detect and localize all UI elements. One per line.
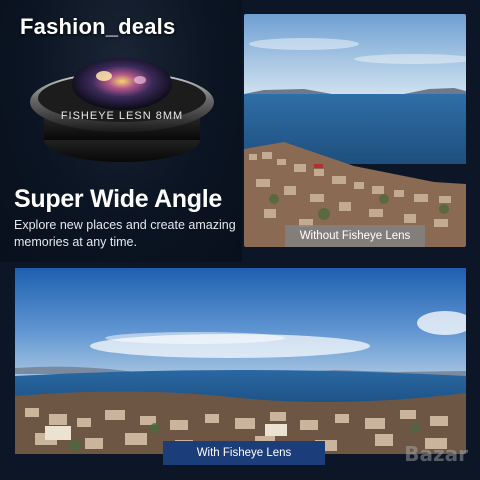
description: Explore new places and create amazing me… <box>14 218 236 249</box>
label-with-fisheye: With Fisheye Lens <box>163 441 325 465</box>
lens-engraving-text: FISHEYE LESN 8MM <box>61 110 183 122</box>
photo-without-fisheye <box>244 14 466 247</box>
seller-watermark: Fashion_deals <box>20 14 176 39</box>
photo-with-fisheye <box>15 268 466 454</box>
corner-watermark: Bazar <box>404 442 468 466</box>
label-without-fisheye: Without Fisheye Lens <box>285 225 425 247</box>
fisheye-lens-image: FISHEYE LESN 8MM <box>30 58 214 162</box>
product-panel: Fashion_deals FISHEYE LESN 8MM Super Wid… <box>0 0 242 262</box>
headline: Super Wide Angle <box>14 185 222 213</box>
